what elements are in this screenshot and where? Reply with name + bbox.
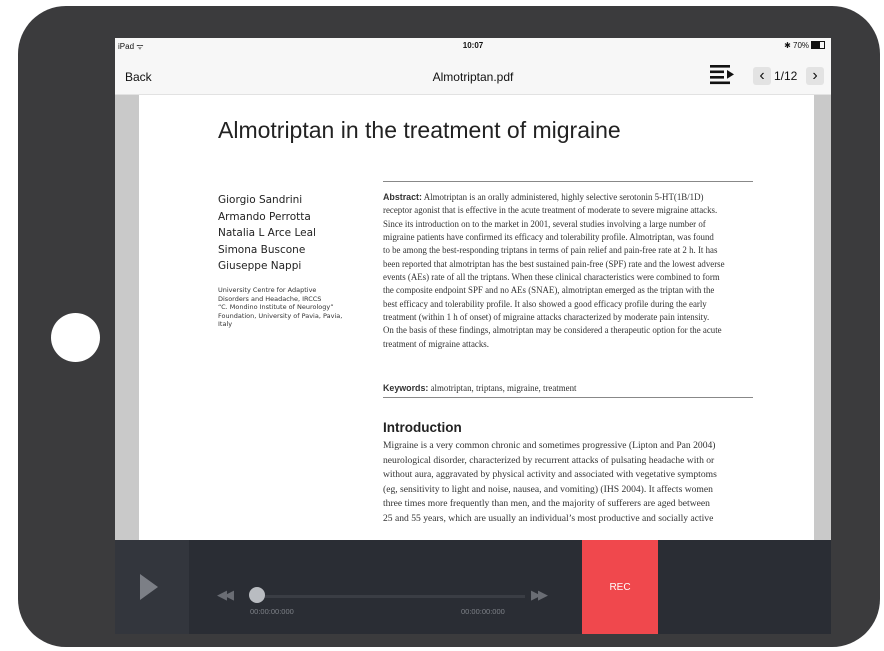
section-heading: Introduction xyxy=(383,420,462,435)
home-button[interactable] xyxy=(51,313,100,362)
record-button[interactable]: REC xyxy=(582,540,658,634)
chevron-left-icon: ‹ xyxy=(759,67,765,84)
intro-line: without aura, aggravated by physical act… xyxy=(383,469,717,481)
author: Natalia L Arce Leal xyxy=(218,227,316,239)
affiliation-line: Italy xyxy=(218,320,233,328)
battery-icon xyxy=(811,41,825,49)
previous-page-button[interactable]: ‹ xyxy=(753,67,771,85)
status-time: 10:07 xyxy=(462,41,484,50)
abstract-line: receptor agonist that is effective in th… xyxy=(383,205,718,216)
intro-line: neurological disorder, characterized by … xyxy=(383,454,715,466)
tablet-frame: iPad ᯤ 10:07 ✱ 70% Back Almotriptan.pdf … xyxy=(18,6,880,647)
affiliation-line: Disorders and Headache, IRCCS xyxy=(218,294,322,303)
intro-line: 25 and 55 years, which are usually an in… xyxy=(383,512,714,524)
intro-line: three times more frequently than men, an… xyxy=(383,498,710,510)
status-bar: iPad ᯤ 10:07 ✱ 70% xyxy=(115,38,831,54)
affiliation: University Centre for Adaptive Disorders… xyxy=(218,286,370,329)
abstract-line: the composite endpoint SPF and no AEs (S… xyxy=(383,285,715,296)
abstract-line: On the basis of these findings, almotrip… xyxy=(383,325,722,336)
play-icon xyxy=(140,574,158,600)
affiliation-line: University Centre for Adaptive xyxy=(218,286,317,294)
play-button[interactable] xyxy=(115,540,189,634)
next-page-button[interactable]: › xyxy=(806,67,824,85)
skip-forward-icon[interactable]: ▶▶ xyxy=(531,587,548,603)
keywords-label: Keywords: xyxy=(383,383,429,393)
intro-line: (eg, sensitivity to light and noise, nau… xyxy=(383,483,713,495)
pdf-page[interactable]: Almotriptan in the treatment of migraine… xyxy=(139,95,814,540)
skip-back-icon[interactable]: ◀◀ xyxy=(217,587,234,603)
keywords-text: almotriptan, triptans, migraine, treatme… xyxy=(430,383,577,393)
author: Giorgio Sandrini xyxy=(218,194,303,206)
chevron-right-icon: › xyxy=(812,67,818,84)
author-list: Giorgio Sandrini Armando Perrotta Natali… xyxy=(218,192,316,275)
abstract-label: Abstract: xyxy=(383,192,422,202)
introduction-text: Migraine is a very common chronic and so… xyxy=(383,439,755,527)
abstract-line: treatment (within 1 h of onset) of migra… xyxy=(383,312,710,323)
paper-title: Almotriptan in the treatment of migraine xyxy=(218,117,621,143)
abstract-line: treatment of migraine attacks. xyxy=(383,338,489,349)
screen: iPad ᯤ 10:07 ✱ 70% Back Almotriptan.pdf … xyxy=(115,38,831,634)
total-time: 00:00:00:000 xyxy=(461,607,505,616)
abstract: Abstract: Almotriptan is an orally admin… xyxy=(383,191,753,351)
affiliation-line: “C. Mondino Institute of Neurology” xyxy=(218,303,334,311)
page-indicator: 1/12 xyxy=(774,69,798,83)
audio-player: ◀◀ 00:00:00:000 00:00:00:000 ▶▶ REC xyxy=(115,540,831,634)
divider xyxy=(383,181,753,182)
intro-line: Migraine is a very common chronic and so… xyxy=(383,440,716,451)
abstract-line: been reported that almotriptan has the b… xyxy=(383,258,725,269)
abstract-line: to be among the best-responding triptans… xyxy=(383,245,718,256)
divider xyxy=(383,397,753,398)
navigation-bar: Back Almotriptan.pdf ‹ 1/12 › xyxy=(115,54,831,95)
abstract-line: best efficacy and tolerability profile. … xyxy=(383,298,707,309)
abstract-line: Abstract: Almotriptan is an orally admin… xyxy=(383,191,753,204)
abstract-line: events (AEs) rate of all the triptans. W… xyxy=(383,272,720,283)
progress-knob[interactable] xyxy=(249,587,265,603)
battery-status: ✱ 70% xyxy=(784,41,825,50)
author: Armando Perrotta xyxy=(218,210,311,223)
abstract-line: migraine patients have confirmed its eff… xyxy=(383,232,714,243)
affiliation-line: Foundation, University of Pavia, Pavia, xyxy=(218,311,343,320)
abstract-line: Since its introduction on to the market … xyxy=(383,218,706,229)
author: Giuseppe Nappi xyxy=(218,260,302,272)
list-outline-icon[interactable] xyxy=(709,62,737,86)
battery-label: ✱ 70% xyxy=(784,41,809,50)
progress-track[interactable] xyxy=(255,595,525,598)
author: Simona Buscone xyxy=(218,243,306,256)
elapsed-time: 00:00:00:000 xyxy=(250,607,294,616)
abstract-text: Almotriptan is an orally administered, h… xyxy=(423,192,704,202)
keywords: Keywords: almotriptan, triptans, migrain… xyxy=(383,383,577,393)
